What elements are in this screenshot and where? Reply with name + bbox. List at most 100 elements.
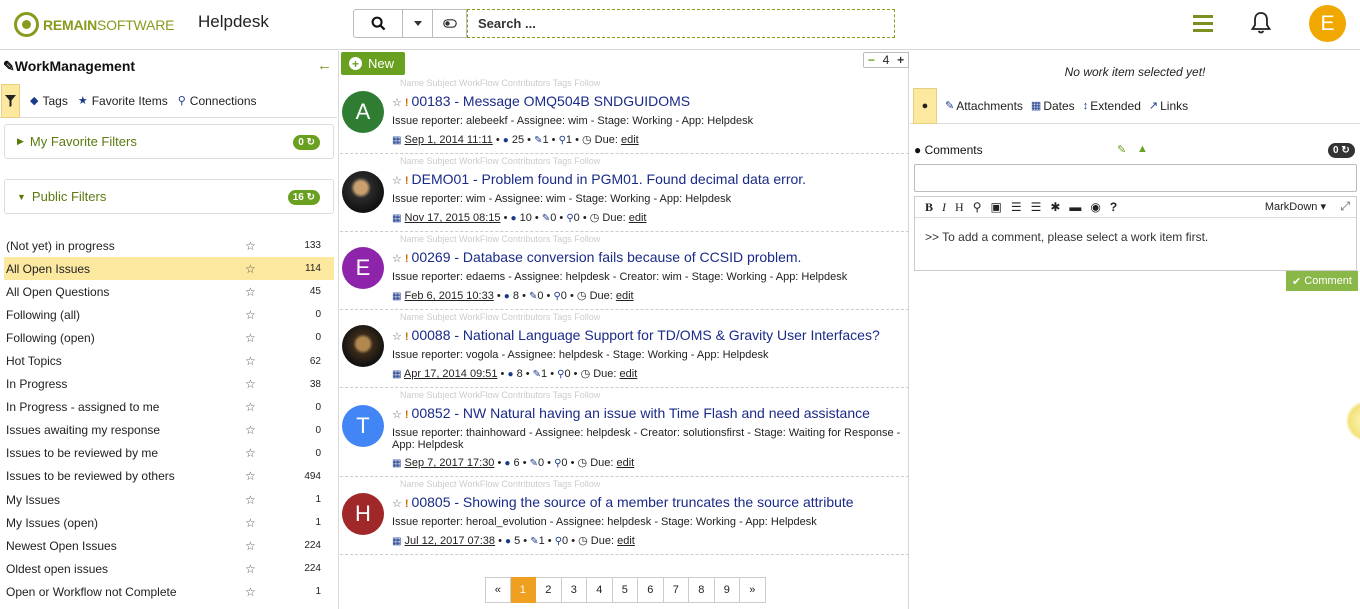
list-item[interactable]: Name Subject WorkFlow Contributors Tags …	[340, 388, 909, 477]
ordered-list-icon[interactable]: ☰	[1011, 200, 1022, 214]
star-outline-icon[interactable]: ☆	[245, 539, 256, 553]
filter-row[interactable]: In Progress - assigned to me ☆ 0	[4, 396, 334, 419]
link-icon[interactable]: ⚲	[973, 200, 982, 214]
tab-comments[interactable]: ●	[913, 87, 937, 124]
editor-body[interactable]: >> To add a comment, please select a wor…	[915, 218, 1356, 256]
list-item[interactable]: Name Subject WorkFlow Contributors Tags …	[340, 477, 909, 555]
due-edit-link[interactable]: edit	[617, 535, 635, 547]
page-6[interactable]: 6	[638, 577, 664, 603]
tab-connections[interactable]: ⚲ Connections	[178, 94, 257, 108]
item-actions[interactable]: Name Subject WorkFlow Contributors Tags …	[400, 234, 600, 244]
star-outline-icon[interactable]: ☆	[245, 377, 256, 391]
star-outline-icon[interactable]: ☆	[245, 308, 256, 322]
list-item[interactable]: Name Subject WorkFlow Contributors Tags …	[340, 76, 909, 154]
filter-row[interactable]: All Open Questions ☆ 45	[4, 280, 334, 303]
item-actions[interactable]: Name Subject WorkFlow Contributors Tags …	[400, 78, 600, 88]
star-outline-icon[interactable]: ☆	[245, 446, 256, 460]
star-outline-icon[interactable]: ☆	[245, 585, 256, 599]
page-prev[interactable]: «	[485, 577, 511, 603]
favorite-filters-count-badge[interactable]: 0 ↻	[293, 135, 320, 150]
filter-row[interactable]: Issues awaiting my response ☆ 0	[4, 419, 334, 442]
page-next[interactable]: »	[740, 577, 766, 603]
list-item[interactable]: Name Subject WorkFlow Contributors Tags …	[340, 154, 909, 232]
tab-favorite-items[interactable]: ★ Favorite Items	[78, 94, 168, 108]
filter-row[interactable]: Following (open) ☆ 0	[4, 326, 334, 349]
filter-row[interactable]: Issues to be reviewed by me ☆ 0	[4, 442, 334, 465]
tab-extended[interactable]: ↕ Extended	[1083, 99, 1141, 113]
due-edit-link[interactable]: edit	[617, 457, 635, 469]
star-outline-icon[interactable]: ☆	[245, 562, 256, 576]
search-button[interactable]	[353, 9, 403, 38]
tab-attachments[interactable]: ✎ Attachments	[945, 99, 1023, 113]
tab-dates[interactable]: ▦ Dates	[1031, 99, 1075, 113]
comment-button[interactable]: ✔ Comment	[1286, 271, 1358, 291]
bell-icon[interactable]	[1250, 11, 1272, 40]
page-5[interactable]: 5	[612, 577, 638, 603]
item-title[interactable]: ☆! DEMO01 - Problem found in PGM01. Found…	[392, 171, 806, 187]
item-title[interactable]: ☆! 00088 - National Language Support for …	[392, 327, 880, 343]
star-outline-icon[interactable]: ☆	[245, 262, 256, 276]
page-7[interactable]: 7	[663, 577, 689, 603]
filter-row[interactable]: Issues to be reviewed by others ☆ 494	[4, 465, 334, 488]
image-icon[interactable]: ▣	[990, 200, 1001, 214]
my-favorite-filters-panel[interactable]: ▶ My Favorite Filters 0 ↻	[4, 124, 334, 159]
filter-row[interactable]: My Issues (open) ☆ 1	[4, 511, 334, 534]
list-item[interactable]: Name Subject WorkFlow Contributors Tags …	[340, 310, 909, 388]
filter-row[interactable]: Following (all) ☆ 0	[4, 303, 334, 326]
page-4[interactable]: 4	[587, 577, 613, 603]
filter-row-active[interactable]: All Open Issues ☆ 114	[4, 257, 334, 281]
filter-row[interactable]: Newest Open Issues ☆ 224	[4, 534, 334, 557]
item-actions[interactable]: Name Subject WorkFlow Contributors Tags …	[400, 156, 600, 166]
search-input[interactable]: Search ...	[467, 9, 895, 38]
item-title[interactable]: ☆! 00183 - Message OMQ504B SNDGUIDOMS	[392, 93, 690, 109]
page-2[interactable]: 2	[536, 577, 562, 603]
tab-tags[interactable]: ◆ Tags	[30, 94, 68, 108]
preview-eye-icon[interactable]: ◉	[1090, 200, 1100, 214]
filter-row[interactable]: In Progress ☆ 38	[4, 373, 334, 396]
star-outline-icon[interactable]: ☆	[245, 239, 256, 253]
due-edit-link[interactable]: edit	[616, 290, 634, 302]
fullscreen-icon[interactable]: ⤢	[1340, 199, 1350, 214]
item-title[interactable]: ☆! 00852 - NW Natural having an issue wit…	[392, 405, 870, 421]
search-options-dropdown[interactable]	[403, 9, 433, 38]
new-button[interactable]: + New	[341, 52, 405, 75]
due-edit-link[interactable]: edit	[629, 212, 647, 224]
heading-icon[interactable]: H	[955, 200, 964, 215]
logo[interactable]: REMAINSOFTWARE	[14, 12, 174, 37]
page-8[interactable]: 8	[689, 577, 715, 603]
lock-icon[interactable]: ▲	[1137, 143, 1148, 155]
item-title[interactable]: ☆! 00269 - Database conversion fails beca…	[392, 249, 801, 265]
user-avatar[interactable]: E	[1309, 5, 1346, 42]
filter-tab[interactable]	[1, 83, 20, 118]
menu-icon[interactable]	[1193, 15, 1213, 36]
public-filters-panel[interactable]: ▼ Public Filters 16 ↻	[4, 179, 334, 214]
star-outline-icon[interactable]: ☆	[245, 516, 256, 530]
page-1[interactable]: 1	[510, 577, 536, 603]
search-mode-toggle[interactable]	[433, 9, 467, 38]
filter-row[interactable]: Open or Workflow not Complete ☆ 1	[4, 580, 334, 603]
star-outline-icon[interactable]: ☆	[245, 285, 256, 299]
public-filters-count-badge[interactable]: 16 ↻	[287, 190, 320, 205]
plus-icon[interactable]: +	[897, 53, 904, 67]
comments-count-badge[interactable]: 0 ↻	[1328, 143, 1355, 158]
item-actions[interactable]: Name Subject WorkFlow Contributors Tags …	[400, 312, 600, 322]
item-actions[interactable]: Name Subject WorkFlow Contributors Tags …	[400, 390, 600, 400]
filter-row[interactable]: Oldest open issues ☆ 224	[4, 557, 334, 580]
italic-icon[interactable]: I	[942, 200, 946, 215]
help-icon[interactable]: ?	[1110, 200, 1117, 214]
filter-row[interactable]: My Issues ☆ 1	[4, 488, 334, 511]
star-outline-icon[interactable]: ☆	[245, 423, 256, 437]
collapse-arrow-icon[interactable]: ←	[317, 57, 332, 74]
comment-subject-input[interactable]	[914, 164, 1357, 192]
page-3[interactable]: 3	[561, 577, 587, 603]
asterisk-icon[interactable]: ✱	[1050, 200, 1060, 214]
list-item[interactable]: Name Subject WorkFlow Contributors Tags …	[340, 232, 909, 310]
star-outline-icon[interactable]: ☆	[245, 493, 256, 507]
filter-row[interactable]: Hot Topics ☆ 62	[4, 349, 334, 372]
pencil-icon[interactable]: ✎	[1117, 143, 1126, 156]
comment-icon[interactable]: ▬	[1069, 200, 1081, 214]
markdown-dropdown[interactable]: MarkDown ▾	[1265, 200, 1326, 213]
minus-icon[interactable]: −	[868, 53, 875, 67]
tab-links[interactable]: ↗ Links	[1149, 99, 1188, 113]
bold-icon[interactable]: B	[925, 200, 933, 215]
